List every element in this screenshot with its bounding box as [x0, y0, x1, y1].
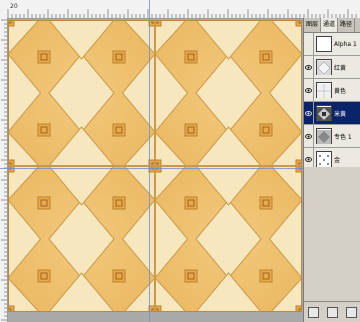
new-channel-icon[interactable]: [327, 306, 338, 318]
channel-name: 专色 1: [334, 133, 352, 141]
vertical-ruler: [0, 18, 8, 322]
tab-paths[interactable]: 路径: [338, 18, 356, 32]
vertical-ruler-ticks: [1, 19, 7, 321]
channel-thumbnail: [316, 59, 332, 75]
ruler-label: 20: [10, 3, 18, 10]
document-canvas[interactable]: [8, 20, 302, 312]
horizontal-guide[interactable]: [0, 168, 303, 169]
ruler-ticks: 20: [7, 3, 357, 18]
eye-icon[interactable]: [304, 79, 314, 101]
tab-channels[interactable]: 通道: [321, 18, 339, 32]
tab-layers[interactable]: 图层: [304, 18, 322, 32]
channel-row-hong-huang[interactable]: 红黄: [304, 56, 360, 79]
channel-name: 红黄: [334, 64, 347, 72]
channel-row-huang-se[interactable]: 黄色: [304, 79, 360, 102]
horizontal-ruler: 20: [0, 0, 360, 19]
channel-name: 米黄: [334, 110, 347, 118]
vertical-guide[interactable]: [149, 0, 150, 322]
channels-panel: 图层 通道 路径 Alpha 1 红黄 黄色 米黄 专色 1 金: [303, 18, 360, 322]
eye-icon[interactable]: [304, 102, 314, 124]
channel-row-spot-color-1[interactable]: 专色 1: [304, 125, 360, 148]
eye-icon[interactable]: [304, 125, 314, 147]
visibility-toggle[interactable]: [304, 33, 314, 55]
channel-thumbnail: [316, 128, 332, 144]
channel-name: Alpha 1: [334, 40, 357, 48]
panel-tab-bar: 图层 通道 路径: [304, 18, 360, 33]
channel-thumbnail: [316, 105, 332, 121]
channel-thumbnail: [316, 36, 332, 52]
load-selection-icon[interactable]: [308, 306, 319, 318]
channel-row-alpha1[interactable]: Alpha 1: [304, 33, 360, 56]
channel-name: 黄色: [334, 87, 347, 95]
delete-channel-icon[interactable]: [346, 306, 357, 318]
channel-list-empty-area: [304, 167, 360, 302]
eye-icon[interactable]: [304, 56, 314, 78]
channel-thumbnail: [316, 82, 332, 98]
tile-artwork: [8, 20, 302, 312]
channel-row-mi-huang[interactable]: 米黄: [304, 102, 360, 125]
channel-thumbnail: [316, 151, 332, 167]
channel-name: 金: [334, 156, 341, 164]
panel-footer: [304, 301, 360, 322]
